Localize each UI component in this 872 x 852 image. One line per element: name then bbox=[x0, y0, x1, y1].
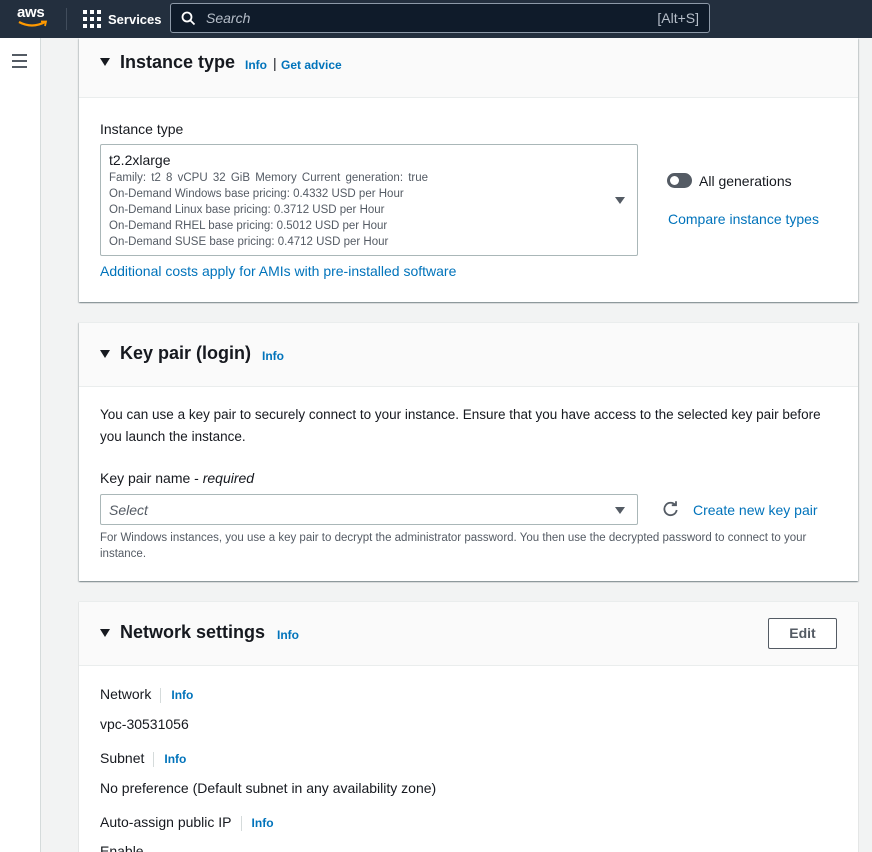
required-text: required bbox=[202, 470, 255, 486]
services-grid-icon bbox=[83, 10, 101, 28]
pricing-windows: On-Demand Windows base pricing: 0.4332 U… bbox=[109, 188, 404, 200]
auto-assign-ip-label-text: Auto-assign public IP bbox=[100, 814, 232, 830]
caret-down-icon[interactable] bbox=[100, 350, 110, 358]
search-icon bbox=[181, 11, 196, 26]
key-pair-info-link[interactable]: Info bbox=[262, 349, 284, 363]
all-generations-toggle[interactable] bbox=[667, 173, 692, 188]
subnet-label: Subnet Info bbox=[100, 750, 186, 767]
aws-smile-icon bbox=[18, 20, 48, 27]
subnet-info-link[interactable]: Info bbox=[164, 752, 186, 766]
dropdown-caret-icon bbox=[615, 507, 625, 514]
caret-down-icon[interactable] bbox=[100, 629, 110, 637]
top-navigation: aws Services Search [Alt+S] bbox=[0, 0, 872, 38]
toggle-knob bbox=[670, 176, 679, 185]
aws-logo-text: aws bbox=[17, 4, 45, 21]
key-pair-field-label: Key pair name - required bbox=[100, 470, 254, 486]
dropdown-caret-icon bbox=[615, 197, 625, 204]
key-pair-header[interactable]: Key pair (login) Info bbox=[79, 323, 858, 387]
refresh-icon[interactable] bbox=[662, 501, 679, 518]
instance-family-line: Family: t2 8 vCPU 32 GiB Memory Current … bbox=[109, 172, 429, 184]
network-value: vpc-30531056 bbox=[100, 716, 189, 732]
key-pair-hint: For Windows instances, you use a key pai… bbox=[100, 532, 807, 560]
left-rail bbox=[0, 38, 41, 852]
services-label: Services bbox=[108, 11, 162, 27]
subnet-value: No preference (Default subnet in any ava… bbox=[100, 780, 437, 796]
instance-type-header[interactable]: Instance type Info | Get advice bbox=[79, 38, 858, 98]
caret-down-icon[interactable] bbox=[100, 58, 110, 66]
network-settings-header[interactable]: Network settings Info Edit bbox=[79, 602, 858, 666]
pricing-suse: On-Demand SUSE base pricing: 0.4712 USD … bbox=[109, 236, 389, 248]
key-pair-title: Key pair (login) bbox=[120, 343, 252, 363]
aws-logo[interactable]: aws bbox=[17, 4, 51, 32]
pricing-rhel: On-Demand RHEL base pricing: 0.5012 USD … bbox=[109, 220, 388, 232]
services-menu-button[interactable]: Services bbox=[83, 9, 162, 29]
network-settings-title: Network settings bbox=[120, 622, 266, 642]
link-separator: | bbox=[273, 55, 277, 71]
instance-type-panel: Instance type Info | Get advice Instance… bbox=[79, 38, 858, 302]
auto-assign-ip-label: Auto-assign public IP Info bbox=[100, 814, 274, 831]
compare-instance-types-link[interactable]: Compare instance types bbox=[668, 211, 819, 227]
get-advice-link[interactable]: Get advice bbox=[281, 58, 342, 72]
pricing-linux: On-Demand Linux base pricing: 0.3712 USD… bbox=[109, 204, 385, 216]
key-pair-placeholder: Select bbox=[109, 502, 148, 518]
network-label: Network Info bbox=[100, 686, 193, 703]
instance-type-title: Instance type bbox=[120, 52, 236, 72]
nav-divider bbox=[66, 8, 67, 30]
search-input[interactable]: Search [Alt+S] bbox=[170, 3, 710, 33]
search-shortcut: [Alt+S] bbox=[657, 10, 699, 26]
auto-assign-ip-info-link[interactable]: Info bbox=[252, 816, 274, 830]
instance-type-select[interactable]: t2.2xlarge Family: t2 8 vCPU 32 GiB Memo… bbox=[100, 144, 638, 256]
instance-type-name: t2.2xlarge bbox=[109, 152, 171, 168]
network-info-link[interactable]: Info bbox=[171, 688, 193, 702]
search-placeholder: Search bbox=[206, 10, 251, 26]
key-pair-description: You can use a key pair to securely conne… bbox=[100, 407, 821, 444]
create-new-key-pair-link[interactable]: Create new key pair bbox=[693, 502, 818, 518]
instance-type-info-link[interactable]: Info bbox=[245, 58, 267, 72]
key-pair-select[interactable]: Select bbox=[100, 494, 638, 525]
all-generations-label: All generations bbox=[699, 173, 792, 189]
edit-button[interactable]: Edit bbox=[768, 618, 837, 649]
network-settings-panel: Network settings Info Edit Network Info v… bbox=[79, 601, 858, 852]
menu-icon[interactable] bbox=[12, 54, 27, 72]
network-label-text: Network bbox=[100, 686, 152, 702]
additional-costs-link[interactable]: Additional costs apply for AMIs with pre… bbox=[100, 263, 456, 279]
key-pair-panel: Key pair (login) Info You can use a key … bbox=[79, 322, 858, 581]
instance-type-field-label: Instance type bbox=[100, 121, 184, 137]
network-settings-info-link[interactable]: Info bbox=[277, 628, 299, 642]
subnet-label-text: Subnet bbox=[100, 750, 145, 766]
auto-assign-ip-value: Enable bbox=[100, 843, 144, 852]
key-pair-label-text: Key pair name - bbox=[100, 470, 203, 486]
